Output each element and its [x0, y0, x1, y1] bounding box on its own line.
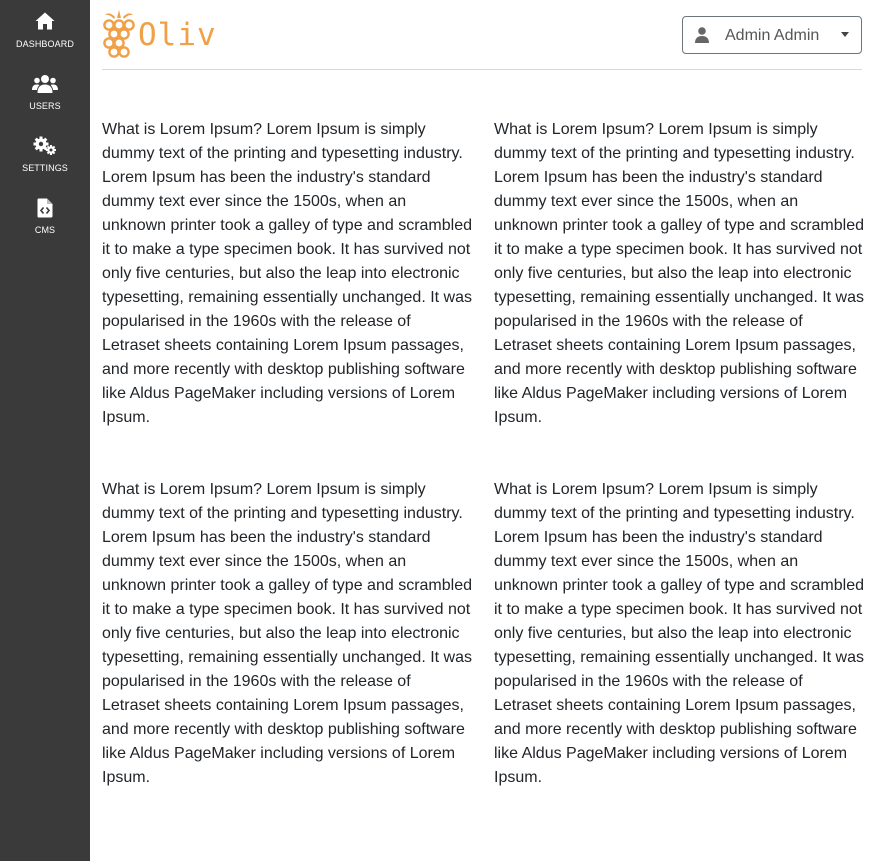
- home-icon: [0, 12, 90, 34]
- sidebar-item-label: CMS: [34, 225, 56, 235]
- sidebar-item-label: SETTINGS: [22, 163, 68, 173]
- sidebar-item-label: DASHBOARD: [16, 39, 74, 49]
- brand-logo[interactable]: Oliv: [102, 8, 232, 62]
- cogs-icon: [0, 136, 90, 158]
- content-paragraph: What is Lorem Ipsum? Lorem Ipsum is simp…: [102, 121, 472, 426]
- brand-name: Oliv: [138, 17, 217, 53]
- sidebar-item-users[interactable]: USERS: [0, 62, 90, 118]
- user-icon: [695, 27, 709, 48]
- user-menu-dropdown[interactable]: Admin Admin: [682, 16, 862, 54]
- users-icon: [0, 74, 90, 96]
- sidebar-item-cms[interactable]: CMS: [0, 186, 90, 242]
- sidebar-item-label: USERS: [29, 101, 61, 111]
- code-file-icon: [0, 198, 90, 220]
- user-name: Admin Admin: [725, 27, 820, 44]
- content-paragraph: What is Lorem Ipsum? Lorem Ipsum is simp…: [494, 121, 864, 426]
- grape-logo-icon: [103, 10, 135, 58]
- top-navbar: Oliv Admin Admin: [102, 0, 862, 70]
- sidebar-item-settings[interactable]: SETTINGS: [0, 124, 90, 180]
- chevron-down-icon: [841, 32, 849, 37]
- sidebar-item-dashboard[interactable]: DASHBOARD: [0, 0, 90, 56]
- sidebar: DASHBOARD USERS SETTINGS CMS: [0, 0, 90, 861]
- content-paragraph: What is Lorem Ipsum? Lorem Ipsum is simp…: [102, 481, 472, 786]
- content-paragraph: What is Lorem Ipsum? Lorem Ipsum is simp…: [494, 481, 864, 786]
